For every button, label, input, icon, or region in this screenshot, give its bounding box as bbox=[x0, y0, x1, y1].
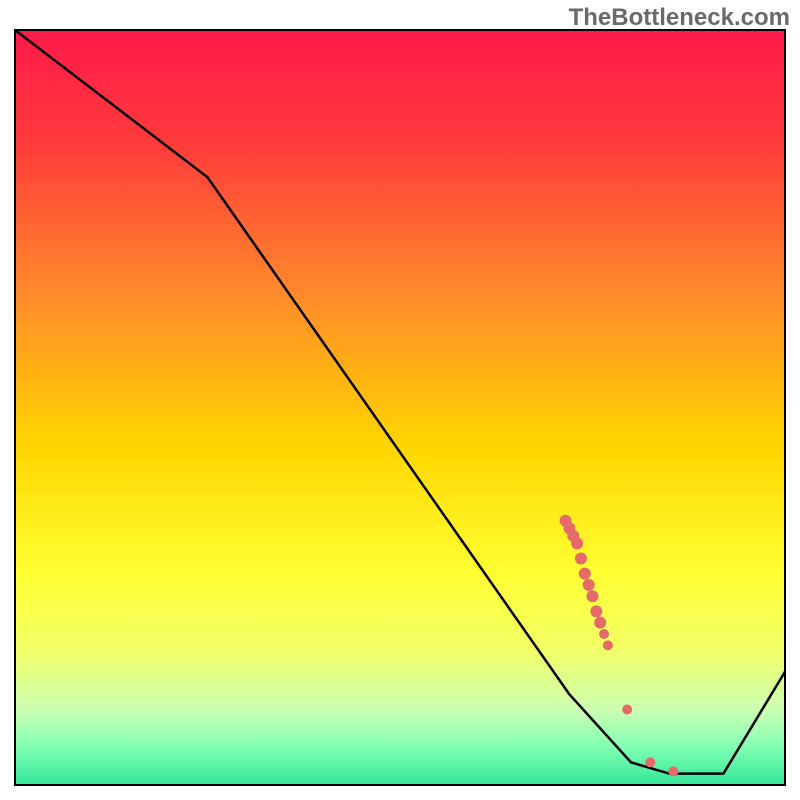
chart-container: { "watermark": "TheBottleneck.com", "cha… bbox=[0, 0, 800, 800]
data-marker bbox=[583, 579, 595, 591]
data-marker bbox=[571, 537, 583, 549]
data-marker bbox=[603, 640, 613, 650]
data-marker bbox=[599, 629, 609, 639]
data-marker bbox=[645, 757, 655, 767]
watermark-text: TheBottleneck.com bbox=[569, 4, 790, 32]
chart-svg bbox=[0, 0, 800, 800]
data-marker bbox=[622, 705, 632, 715]
data-marker bbox=[579, 568, 591, 580]
data-marker bbox=[668, 766, 678, 776]
data-marker bbox=[587, 590, 599, 602]
data-marker bbox=[575, 553, 587, 565]
data-marker bbox=[594, 617, 606, 629]
plot-background bbox=[15, 30, 785, 785]
data-marker bbox=[590, 605, 602, 617]
